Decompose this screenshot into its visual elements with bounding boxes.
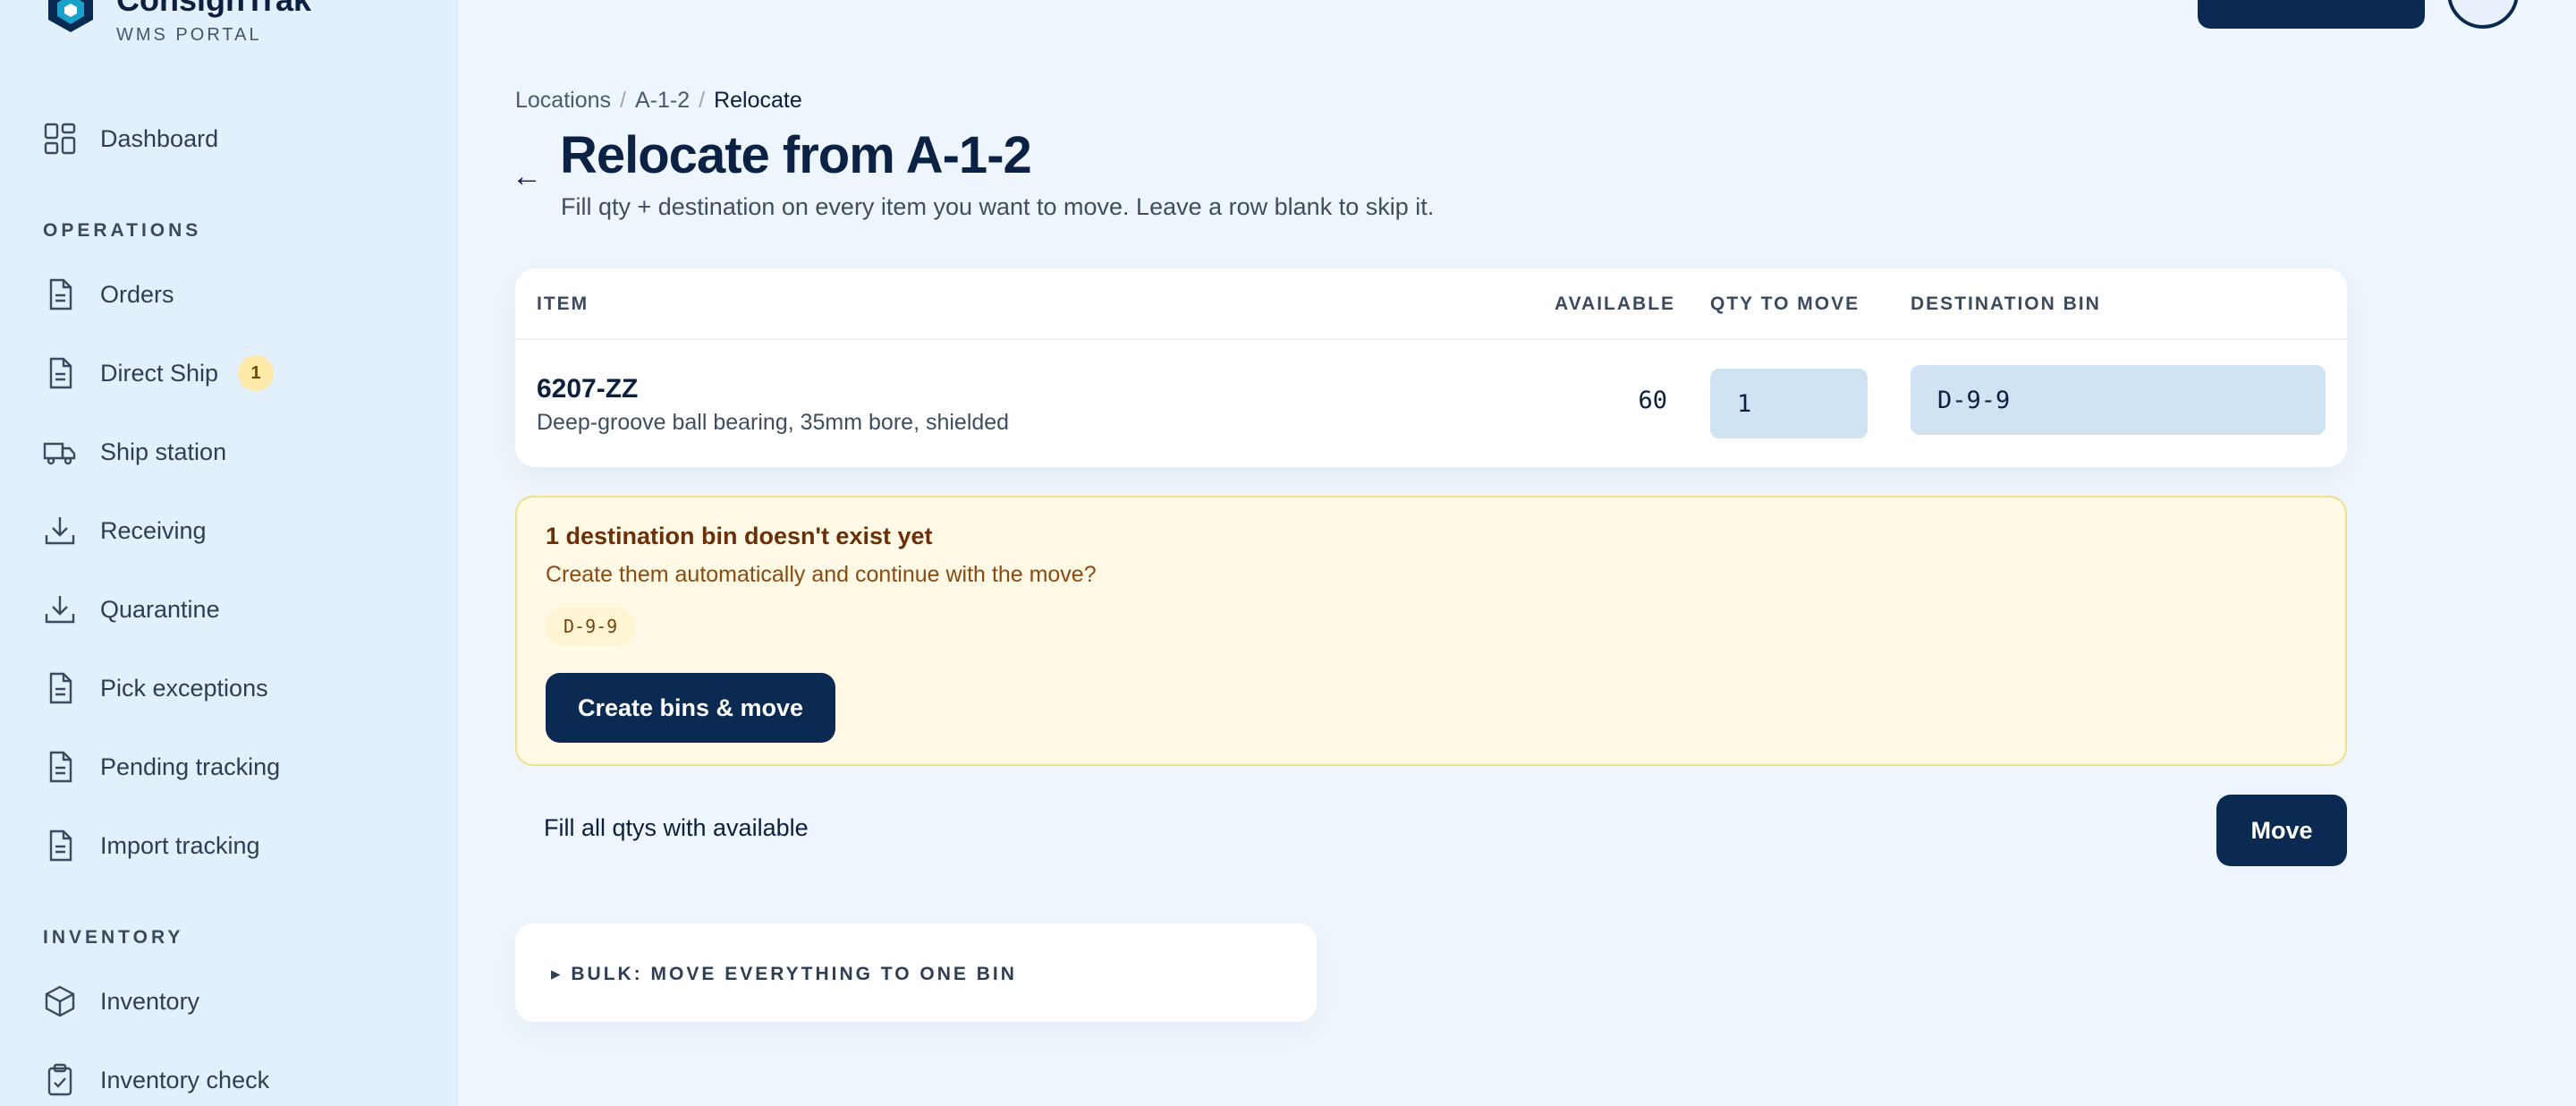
- column-header-qty: QTY TO MOVE: [1710, 294, 1860, 314]
- sidebar-item-dashboard[interactable]: Dashboard: [43, 115, 419, 162]
- count-badge: 1: [238, 355, 275, 391]
- breadcrumb-separator: /: [620, 88, 626, 113]
- sidebar-item-label: Quarantine: [100, 595, 220, 623]
- document-icon: [43, 750, 77, 784]
- breadcrumb-separator: /: [699, 88, 706, 113]
- breadcrumb: Locations / A-1-2 / Relocate: [515, 88, 802, 114]
- document-icon: [43, 277, 77, 311]
- column-header-available: AVAILABLE: [1555, 294, 1676, 314]
- section-heading-operations: OPERATIONS: [43, 220, 202, 241]
- warning-title: 1 destination bin doesn't exist yet: [546, 523, 933, 549]
- sidebar-item-quarantine[interactable]: Quarantine: [43, 586, 419, 633]
- brand-subtitle: WMS PORTAL: [116, 25, 262, 45]
- download-icon: [43, 514, 77, 548]
- sidebar-item-label: Pick exceptions: [100, 674, 268, 702]
- bin-chip: D-9-9: [546, 607, 636, 646]
- page-subtitle: Fill qty + destination on every item you…: [561, 193, 1435, 220]
- sidebar-item-label: Inventory check: [100, 1066, 270, 1093]
- document-icon: [43, 356, 77, 390]
- sidebar-item-pending-tracking[interactable]: Pending tracking: [43, 744, 419, 790]
- sidebar-item-label: Orders: [100, 280, 174, 308]
- clipboard-check-icon: [43, 1063, 77, 1097]
- destination-bin-input[interactable]: [1911, 365, 2326, 435]
- sidebar-item-label: Inventory: [100, 987, 200, 1015]
- logo-icon: [48, 0, 93, 32]
- bulk-move-label[interactable]: ▸ BULK: MOVE EVERYTHING TO ONE BIN: [551, 963, 1017, 985]
- section-heading-inventory: INVENTORY: [43, 927, 184, 948]
- warning-text: Create them automatically and continue w…: [546, 562, 1097, 587]
- qty-to-move-input[interactable]: [1710, 369, 1868, 438]
- breadcrumb-locations[interactable]: Locations: [515, 88, 611, 114]
- item-description: Deep-groove ball bearing, 35mm bore, shi…: [537, 410, 1010, 435]
- download-icon: [43, 592, 77, 626]
- column-header-item: ITEM: [537, 294, 589, 314]
- sidebar-item-label: Pending tracking: [100, 753, 281, 780]
- sidebar-item-receiving[interactable]: Receiving: [43, 507, 419, 554]
- avatar[interactable]: [2447, 0, 2519, 29]
- sidebar-item-inventory-check[interactable]: Inventory check: [43, 1057, 419, 1103]
- document-icon: [43, 671, 77, 705]
- page-title: Relocate from A-1-2: [560, 126, 1032, 184]
- breadcrumb-current: Relocate: [714, 88, 802, 113]
- brand[interactable]: ConsignTrak WMS PORTAL: [43, 0, 311, 46]
- sidebar: ConsignTrak WMS PORTAL Dashboard OPERATI…: [0, 0, 458, 1106]
- document-icon: [43, 829, 77, 863]
- available-qty: 60: [1638, 387, 1667, 414]
- sidebar-item-pick-exceptions[interactable]: Pick exceptions: [43, 665, 419, 711]
- dashboard-icon: [43, 122, 77, 156]
- sidebar-item-label: Ship station: [100, 438, 227, 465]
- sidebar-item-orders[interactable]: Orders: [43, 271, 419, 318]
- sidebar-item-ship-station[interactable]: Ship station: [43, 429, 419, 475]
- create-bins-and-move-button[interactable]: Create bins & move: [546, 673, 835, 743]
- fill-all-qtys-button[interactable]: Fill all qtys with available: [544, 814, 809, 842]
- header-action-button[interactable]: [2198, 0, 2425, 29]
- truck-icon: [43, 435, 77, 469]
- breadcrumb-location[interactable]: A-1-2: [635, 88, 690, 114]
- sidebar-item-label: Receiving: [100, 516, 207, 544]
- box-icon: [43, 984, 77, 1018]
- sidebar-item-inventory[interactable]: Inventory: [43, 978, 419, 1025]
- column-header-destination: DESTINATION BIN: [1911, 294, 2101, 314]
- sidebar-item-label: Direct Ship: [100, 359, 219, 387]
- item-code: 6207-ZZ: [537, 374, 639, 404]
- sidebar-item-label: Dashboard: [100, 124, 219, 152]
- sidebar-item-direct-ship[interactable]: Direct Ship 1: [43, 350, 419, 396]
- table-divider: [515, 338, 2347, 340]
- sidebar-item-import-tracking[interactable]: Import tracking: [43, 822, 419, 869]
- move-button[interactable]: Move: [2216, 795, 2347, 866]
- brand-name: ConsignTrak: [116, 0, 311, 20]
- sidebar-item-label: Import tracking: [100, 831, 260, 859]
- back-arrow-icon[interactable]: ←: [512, 159, 542, 194]
